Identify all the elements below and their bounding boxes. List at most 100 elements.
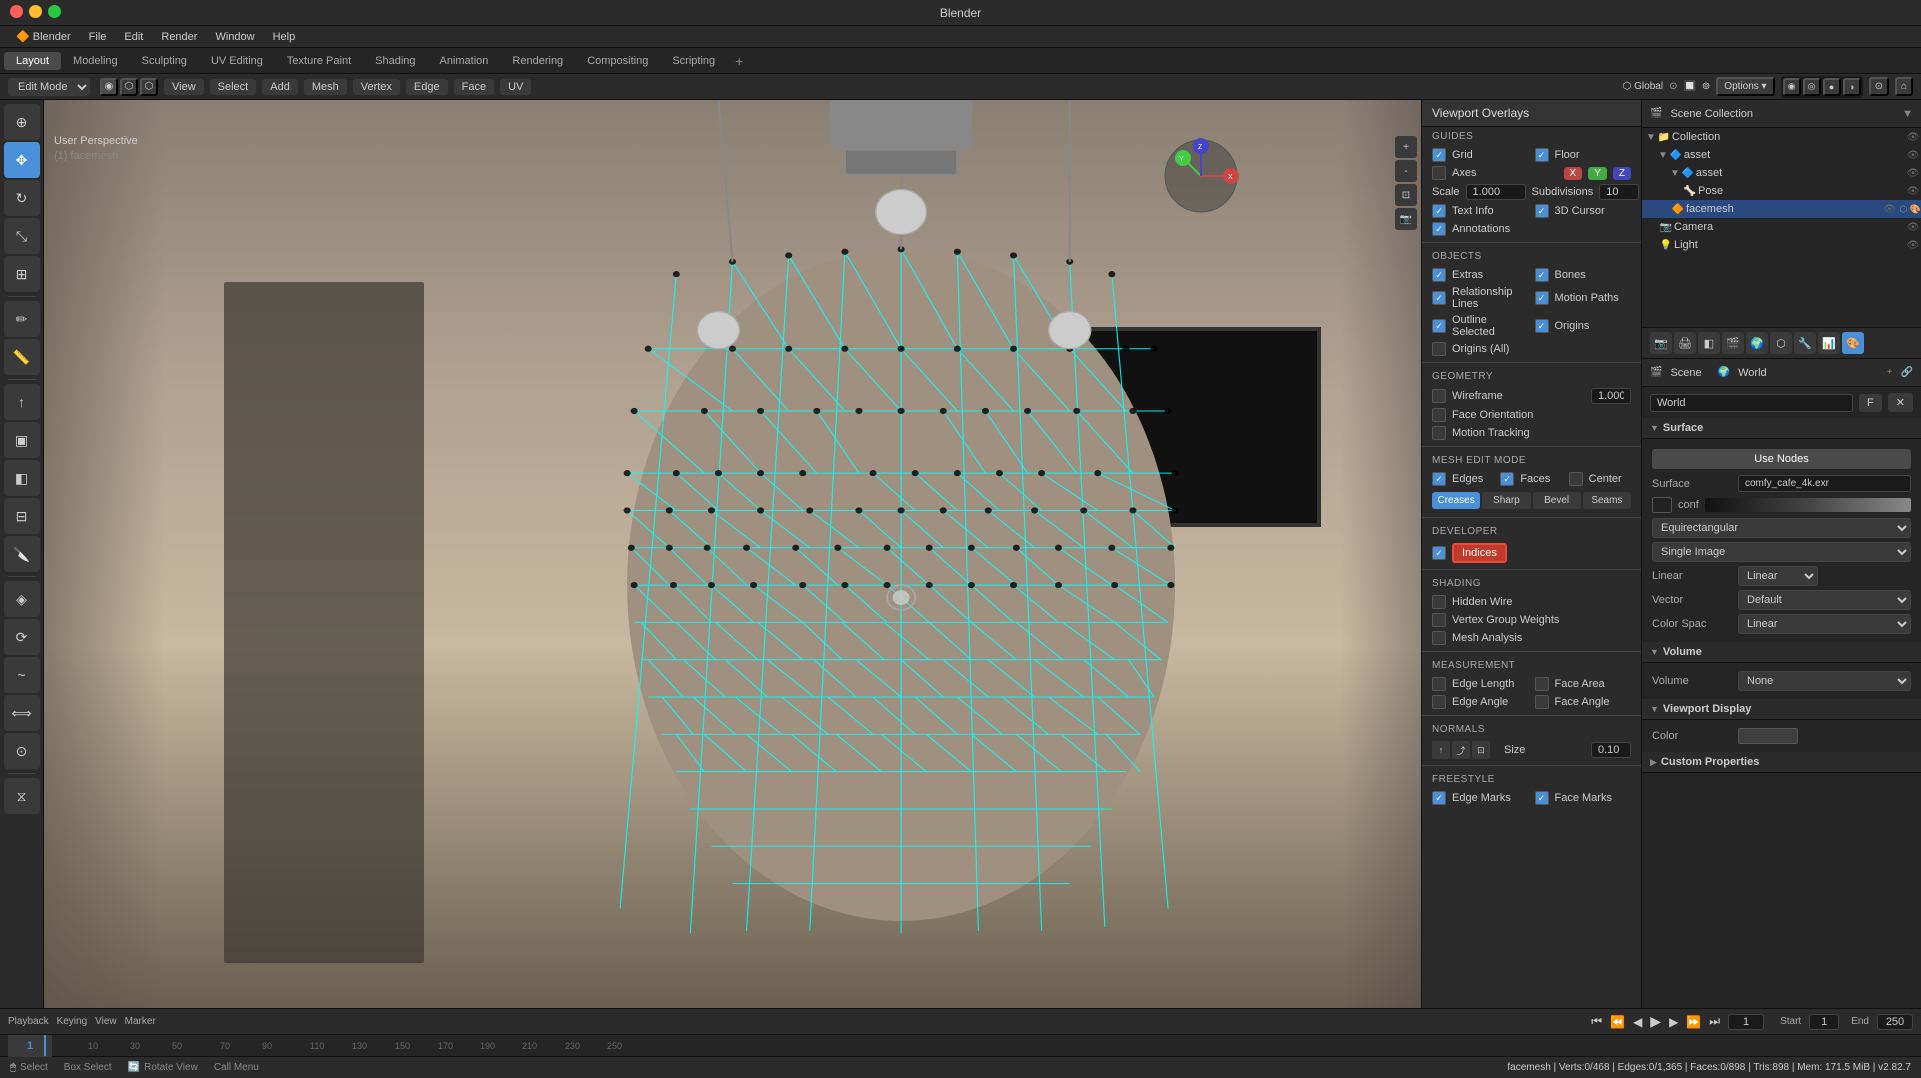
vertex-menu[interactable]: Vertex <box>353 79 400 95</box>
workspace-texture-paint[interactable]: Texture Paint <box>275 52 363 70</box>
axis-z-btn[interactable]: Z <box>1613 167 1631 180</box>
custom-props-section-header[interactable]: ▶ Custom Properties <box>1642 752 1921 773</box>
bevel-tab[interactable]: Bevel <box>1533 492 1581 509</box>
menu-blender[interactable]: 🔶 Blender <box>8 28 79 45</box>
axis-y-btn[interactable]: Y <box>1588 167 1607 180</box>
text-info-checkbox[interactable] <box>1432 204 1446 218</box>
menu-window[interactable]: Window <box>207 29 262 45</box>
wireframe-mode-btn[interactable]: ◎ <box>1803 78 1821 96</box>
shear-tool[interactable]: ⧖ <box>4 778 40 814</box>
extrude-tool[interactable]: ↑ <box>4 384 40 420</box>
normals-vertex-btn[interactable]: ↑ <box>1432 741 1450 759</box>
loop-cut-tool[interactable]: ⊟ <box>4 498 40 534</box>
render-props-btn[interactable]: 📷 <box>1650 332 1672 354</box>
menu-help[interactable]: Help <box>265 29 304 45</box>
sharp-tab[interactable]: Sharp <box>1482 492 1530 509</box>
add-menu[interactable]: Add <box>262 79 298 95</box>
viewport-gizmo[interactable]: X Y Z <box>1161 136 1241 216</box>
material-mode-btn[interactable]: ● <box>1823 78 1841 96</box>
knife-tool[interactable]: 🔪 <box>4 536 40 572</box>
color-swatch[interactable] <box>1652 497 1672 513</box>
facemesh-vis[interactable]: 👁 <box>1881 204 1897 215</box>
fake-user-btn[interactable]: F <box>1859 394 1882 412</box>
edges-checkbox[interactable] <box>1432 472 1446 486</box>
solid-mode-btn[interactable]: ◉ <box>1783 78 1801 96</box>
indices-button[interactable]: Indices <box>1452 543 1507 563</box>
move-tool[interactable]: ✥ <box>4 142 40 178</box>
annotate-tool[interactable]: ✏ <box>4 301 40 337</box>
face-angle-checkbox[interactable] <box>1535 695 1549 709</box>
face-orientation-checkbox[interactable] <box>1432 408 1446 422</box>
outline-selected-checkbox[interactable] <box>1432 319 1446 333</box>
measure-tool[interactable]: 📏 <box>4 339 40 375</box>
minimize-button[interactable] <box>29 5 42 18</box>
bevel-tool[interactable]: ◧ <box>4 460 40 496</box>
workspace-layout[interactable]: Layout <box>4 52 61 70</box>
rel-lines-checkbox[interactable] <box>1432 291 1446 305</box>
data-props-btn[interactable]: 📊 <box>1818 332 1840 354</box>
prev-keyframe-btn[interactable]: ◀ <box>1633 1015 1642 1029</box>
floor-checkbox[interactable] <box>1535 148 1549 162</box>
workspace-animation[interactable]: Animation <box>428 52 501 70</box>
visibility-icon[interactable]: 👁 <box>1905 132 1921 143</box>
transform-orientation[interactable]: ⬡ Global <box>1623 81 1663 92</box>
mode-selector[interactable]: Edit Mode <box>8 78 90 96</box>
scale-tool[interactable]: ⤡ <box>4 218 40 254</box>
prev-frame-btn[interactable]: ⏪ <box>1610 1015 1625 1029</box>
indices-checkbox[interactable] <box>1432 546 1446 560</box>
filter-btn[interactable]: ▼ <box>1902 108 1913 120</box>
motion-paths-checkbox[interactable] <box>1535 291 1549 305</box>
next-frame-btn[interactable]: ⏩ <box>1686 1015 1701 1029</box>
menu-edit[interactable]: Edit <box>116 29 151 45</box>
creases-tab[interactable]: Creases <box>1432 492 1480 509</box>
jump-end-btn[interactable]: ⏭ <box>1709 1014 1720 1029</box>
scale-input[interactable] <box>1466 184 1526 200</box>
output-props-btn[interactable]: 🖨 <box>1674 332 1696 354</box>
face-menu[interactable]: Face <box>454 79 494 95</box>
current-frame-input[interactable] <box>1728 1014 1764 1030</box>
transform-tool[interactable]: ⊞ <box>4 256 40 292</box>
select-menu[interactable]: Select <box>210 79 257 95</box>
axis-x-btn[interactable]: X <box>1564 167 1583 180</box>
close-button[interactable] <box>10 5 23 18</box>
frame-all-btn[interactable]: ⊡ <box>1395 184 1417 206</box>
axes-checkbox[interactable] <box>1432 166 1446 180</box>
origins-checkbox[interactable] <box>1535 319 1549 333</box>
faces-checkbox[interactable] <box>1500 472 1514 486</box>
volume-section-header[interactable]: ▼ Volume <box>1642 642 1921 663</box>
use-nodes-btn[interactable]: Use Nodes <box>1652 449 1911 469</box>
world-name-input[interactable] <box>1650 394 1853 412</box>
workspace-scripting[interactable]: Scripting <box>660 52 727 70</box>
workspace-uv-editing[interactable]: UV Editing <box>199 52 275 70</box>
scene-props-btn[interactable]: 🎬 <box>1722 332 1744 354</box>
play-btn[interactable]: ▶ <box>1650 1013 1661 1030</box>
normals-loop-btn[interactable]: ⤴ <box>1452 741 1470 759</box>
rotate-tool[interactable]: ↻ <box>4 180 40 216</box>
tree-collection[interactable]: ▼ 📁 Collection 👁 <box>1642 128 1921 146</box>
tree-pose[interactable]: 🦴 Pose 👁 <box>1642 182 1921 200</box>
single-image-select[interactable]: Single Image <box>1652 542 1911 562</box>
tree-camera[interactable]: 📷 Camera 👁 <box>1642 218 1921 236</box>
timeline-scrubber[interactable]: 1 10 30 50 70 90 110 130 150 170 190 210… <box>0 1034 1921 1056</box>
viewport-3d[interactable]: User Perspective (1) facemesh X Y Z + - … <box>44 100 1421 1008</box>
maximize-button[interactable] <box>48 5 61 18</box>
bones-checkbox[interactable] <box>1535 268 1549 282</box>
center-checkbox[interactable] <box>1569 472 1583 486</box>
pose-vis[interactable]: 👁 <box>1905 186 1921 197</box>
gizmo-toggle[interactable]: ⌂ <box>1895 77 1913 96</box>
pivot-point[interactable]: ⊙ <box>1669 81 1677 92</box>
color-gradient[interactable] <box>1705 498 1911 512</box>
viewport-select-btn[interactable]: ◉ <box>100 78 118 96</box>
zoom-out-btn[interactable]: - <box>1395 160 1417 182</box>
mesh-menu[interactable]: Mesh <box>304 79 347 95</box>
tree-facemesh[interactable]: 🔶 facemesh 👁 ⬡ 🎨 <box>1642 200 1921 218</box>
inset-tool[interactable]: ▣ <box>4 422 40 458</box>
vp-color-swatch[interactable] <box>1738 728 1798 744</box>
wireframe-checkbox[interactable] <box>1432 389 1446 403</box>
edge-length-checkbox[interactable] <box>1432 677 1446 691</box>
edge-slide-tool[interactable]: ⟺ <box>4 695 40 731</box>
origins-all-checkbox[interactable] <box>1432 342 1446 356</box>
grid-checkbox[interactable] <box>1432 148 1446 162</box>
next-keyframe-btn[interactable]: ▶ <box>1669 1015 1678 1029</box>
poly-build-tool[interactable]: ◈ <box>4 581 40 617</box>
